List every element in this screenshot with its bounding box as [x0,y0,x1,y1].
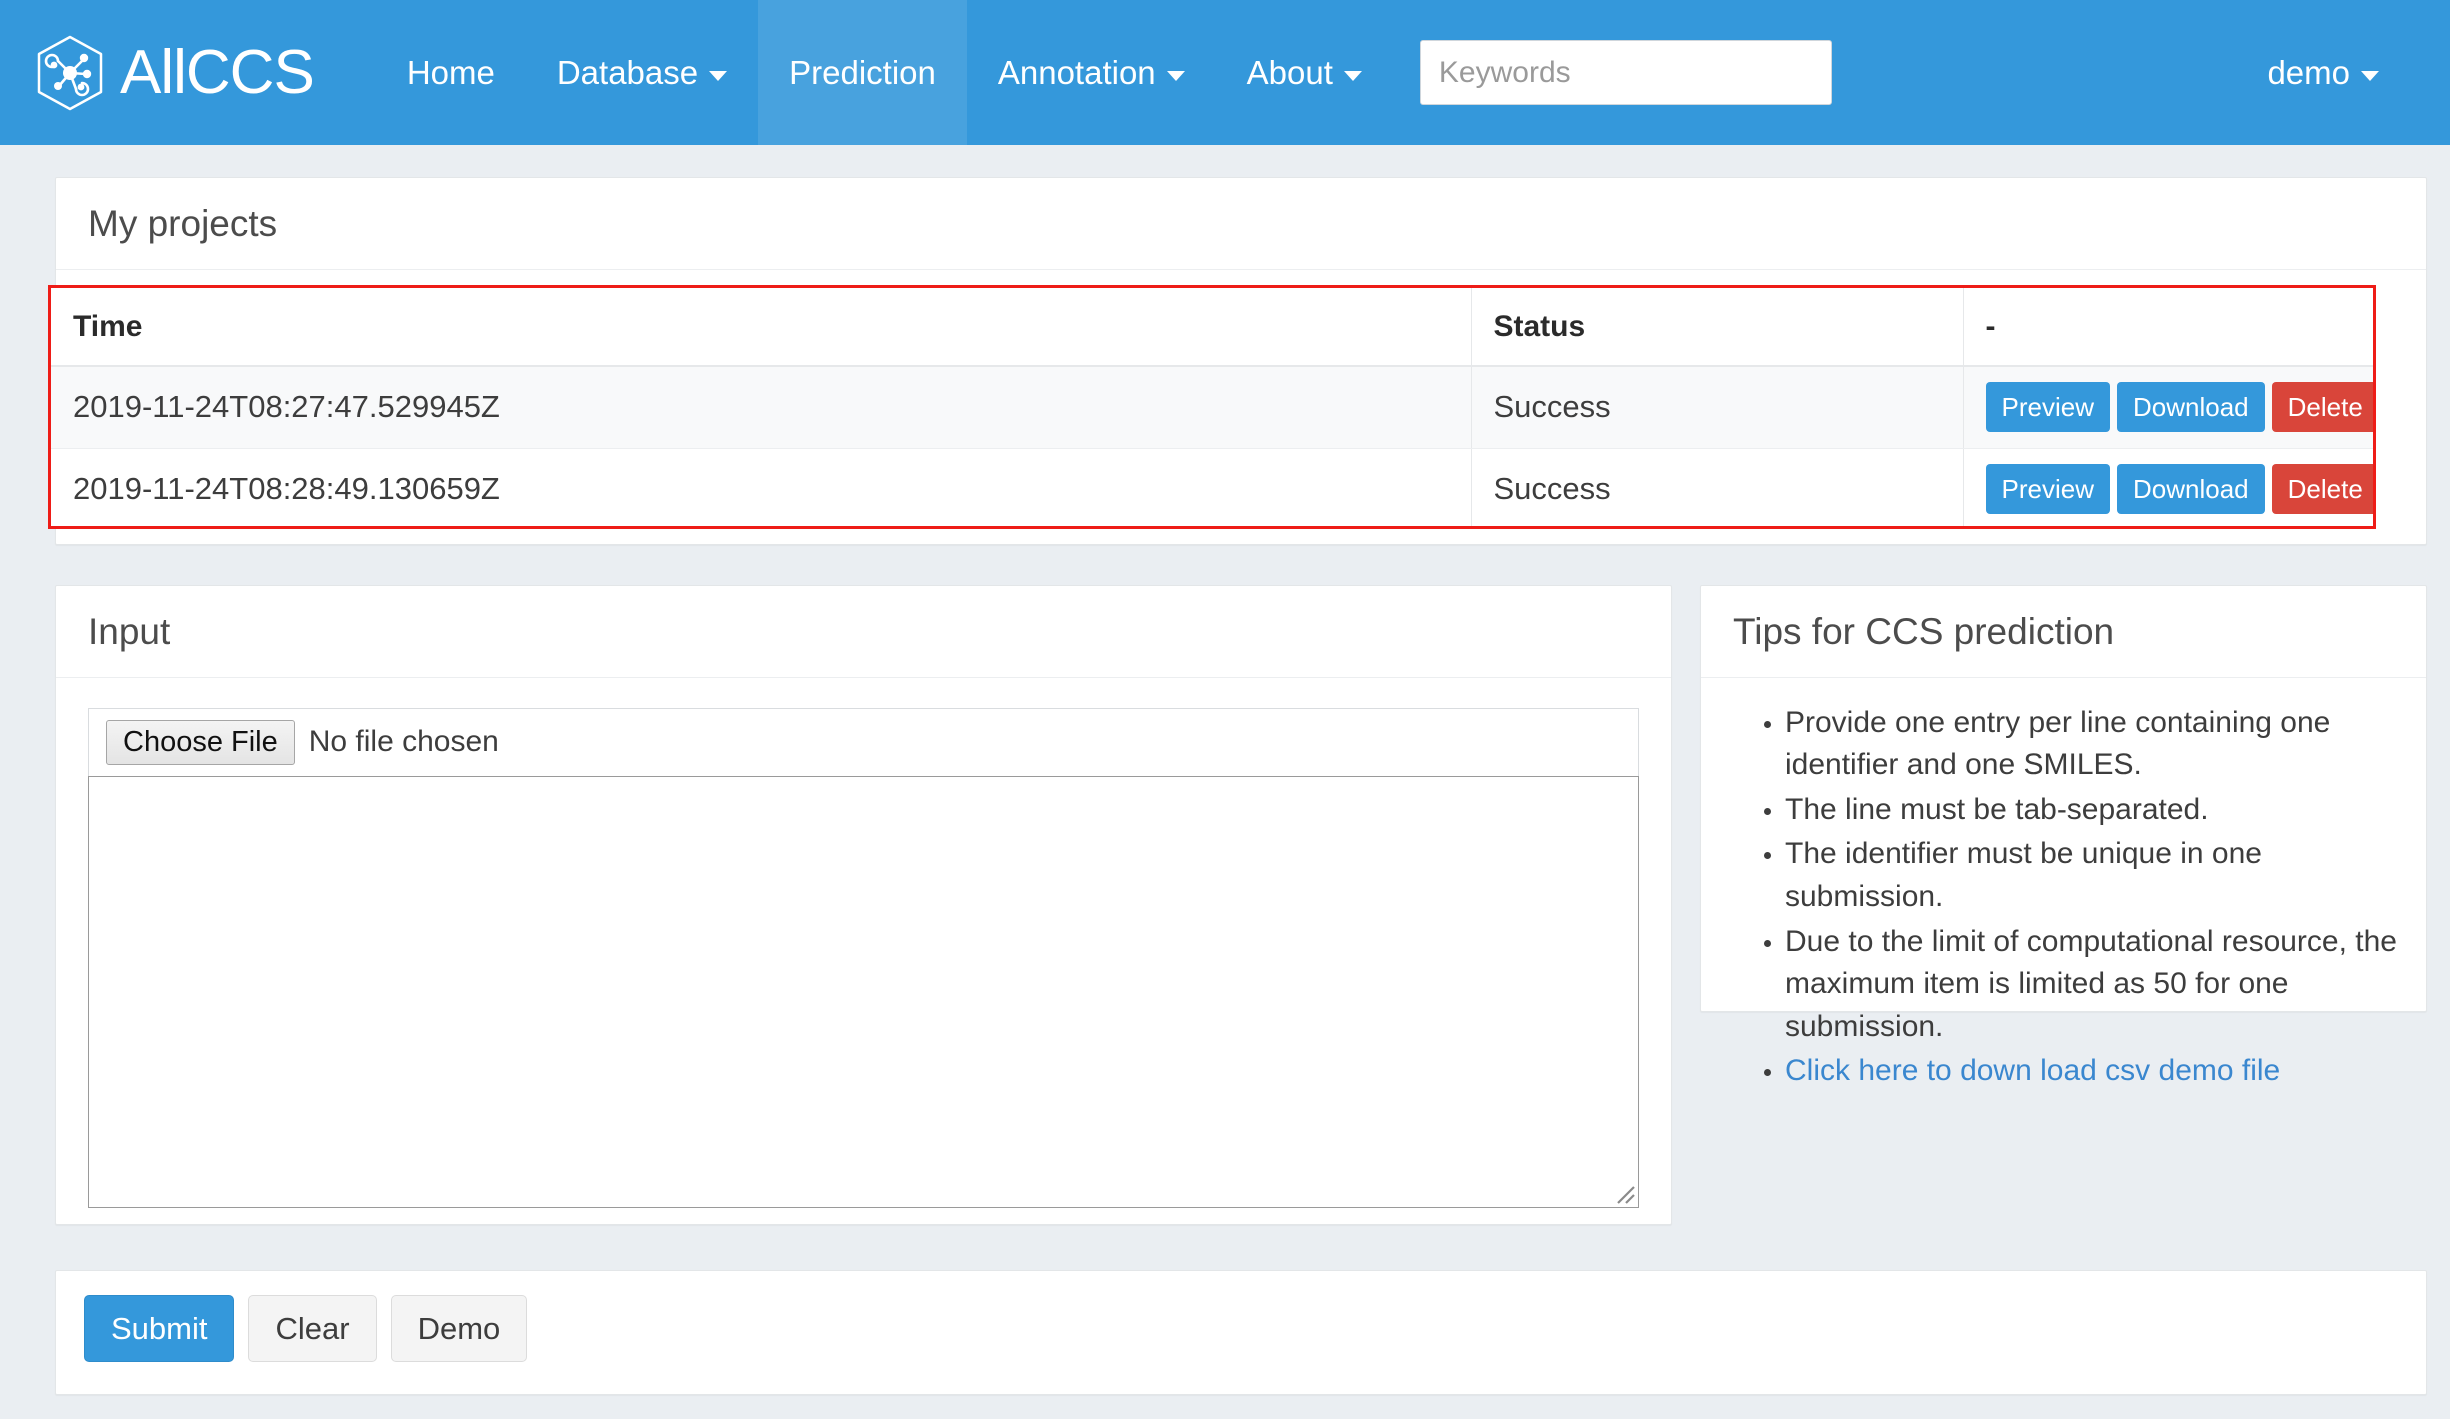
form-actions-body: Submit Clear Demo [56,1271,2426,1386]
input-panel-heading: Input [56,586,1671,678]
projects-table-head: Time Status - [51,288,2373,367]
list-item: The identifier must be unique in one sub… [1785,833,2398,918]
nav-links: Home Database Prediction Annotation Abou… [376,0,1393,145]
demo-button[interactable]: Demo [390,1295,528,1362]
chevron-down-icon [709,70,728,81]
nav-item-database[interactable]: Database [526,0,758,145]
my-projects-heading: My projects [56,178,2426,270]
choose-file-button[interactable]: Choose File [106,719,295,765]
brand-logo-link[interactable]: AllCCS [34,34,315,112]
tips-panel-body: Provide one entry per line containing on… [1701,678,2426,1123]
chevron-down-icon [1166,70,1185,81]
delete-button[interactable]: Delete [2271,382,2373,433]
tips-panel-heading: Tips for CCS prediction [1701,586,2426,678]
cell-status: Success [1471,448,1964,526]
download-csv-demo-link[interactable]: Click here to down load csv demo file [1785,1054,2280,1087]
tip-text: Provide one entry per line containing on… [1785,705,2331,782]
nav-item-home[interactable]: Home [376,0,526,145]
cell-time: 2019-11-24T08:28:49.130659Z [51,448,1472,526]
download-button[interactable]: Download [2116,382,2265,433]
list-item: Provide one entry per line containing on… [1785,702,2398,787]
user-menu-label: demo [2267,53,2350,91]
hexagon-molecule-logo-icon [34,34,106,112]
chevron-down-icon [2361,70,2379,81]
nav-label-database: Database [556,53,699,91]
projects-table-highlight-box: Time Status - 2019-11-24T08:27:47.529945… [48,285,2376,529]
navbar-right: demo [2236,0,2410,145]
nav-label-annotation: Annotation [997,53,1156,91]
submit-button[interactable]: Submit [84,1295,235,1362]
download-button[interactable]: Download [2116,464,2265,514]
chevron-down-icon [1343,70,1362,81]
file-status-label: No file chosen [308,725,499,759]
page-title: My projects [88,203,278,244]
brand-name: AllCCS [120,37,315,107]
table-row: 2019-11-24T08:28:49.130659Z Success Prev… [51,448,2373,526]
table-row: 2019-11-24T08:27:47.529945Z Success Prev… [51,366,2373,449]
file-upload-row[interactable]: Choose File No file chosen [88,707,1639,776]
nav-item-prediction[interactable]: Prediction [758,0,967,145]
input-panel: Input Choose File No file chosen [55,585,1672,1225]
tips-panel: Tips for CCS prediction Provide one entr… [1700,585,2427,1087]
list-item: Due to the limit of computational resour… [1785,921,2398,1049]
tip-text: The identifier must be unique in one sub… [1785,837,2262,914]
table-header-row: Time Status - [51,288,2373,367]
list-item: The line must be tab-separated. [1785,789,2398,832]
cell-time: 2019-11-24T08:27:47.529945Z [51,366,1472,449]
form-actions-panel: Submit Clear Demo [55,1270,2427,1395]
cell-actions: Preview Download Delete [1963,448,2373,526]
tip-text: The line must be tab-separated. [1785,792,2209,826]
delete-button[interactable]: Delete [2271,464,2373,514]
tip-text: Due to the limit of computational resour… [1785,924,2397,1043]
tips-list: Provide one entry per line containing on… [1729,702,2398,1093]
input-panel-body: Choose File No file chosen [56,678,1671,1244]
search-input[interactable] [1419,40,1832,105]
smiles-input-textarea[interactable] [88,775,1639,1208]
projects-table: Time Status - 2019-11-24T08:27:47.529945… [51,288,2373,526]
tips-panel-title: Tips for CCS prediction [1733,611,2115,652]
row-action-buttons: Preview Download Delete [1985,464,2373,514]
clear-button[interactable]: Clear [248,1295,377,1362]
cell-status: Success [1471,366,1964,449]
nav-label-home: Home [406,53,495,91]
list-item: Click here to down load csv demo file [1785,1050,2398,1093]
textarea-wrapper [88,775,1639,1208]
input-panel-title: Input [88,611,171,652]
user-menu-demo[interactable]: demo [2236,0,2410,145]
nav-label-about: About [1246,53,1333,91]
top-navbar: AllCCS Home Database Prediction Annotati… [0,0,2450,145]
column-header-time[interactable]: Time [51,288,1472,367]
preview-button[interactable]: Preview [1985,464,2110,514]
projects-table-body: 2019-11-24T08:27:47.529945Z Success Prev… [51,366,2373,526]
column-header-status[interactable]: Status [1471,288,1964,367]
column-header-actions[interactable]: - [1963,288,2373,367]
nav-label-prediction: Prediction [789,53,936,91]
cell-actions: Preview Download Delete [1963,366,2373,449]
nav-item-annotation[interactable]: Annotation [967,0,1216,145]
row-action-buttons: Preview Download Delete [1985,382,2373,433]
preview-button[interactable]: Preview [1985,382,2110,433]
nav-item-about[interactable]: About [1216,0,1393,145]
